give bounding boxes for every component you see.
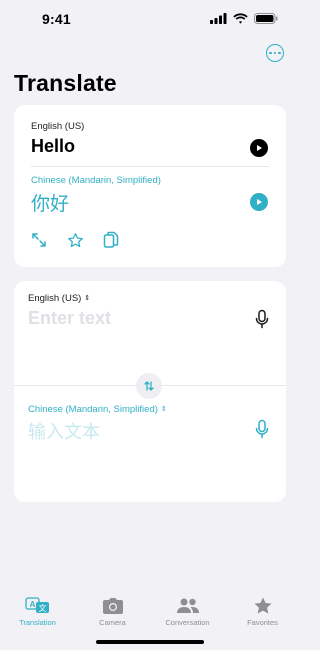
- ellipsis-icon-dot: [273, 51, 277, 55]
- ellipsis-icon-dot: [278, 51, 281, 55]
- target-text-input[interactable]: 输入文本: [28, 418, 100, 444]
- expand-button[interactable]: [29, 230, 49, 250]
- target-language-label: Chinese (Mandarin, Simplified): [31, 175, 161, 186]
- target-language-selector[interactable]: Chinese (Mandarin, Simplified) ⇕: [28, 404, 167, 415]
- tab-translation[interactable]: A 文 Translation: [0, 596, 75, 627]
- tab-label: Camera: [99, 618, 126, 627]
- play-source-button[interactable]: [250, 139, 268, 157]
- translated-text: 你好: [31, 193, 70, 215]
- chevron-up-down-icon: ⇕: [84, 295, 91, 302]
- source-text-input[interactable]: Enter text: [28, 308, 111, 329]
- source-text: Hello: [31, 136, 76, 156]
- camera-icon: [102, 598, 123, 614]
- cellular-signal-icon: [210, 13, 227, 24]
- favorite-button[interactable]: [65, 230, 85, 250]
- divider: [31, 166, 269, 167]
- copy-icon: [103, 231, 119, 248]
- source-language-selector[interactable]: English (US) ⇕: [28, 293, 90, 304]
- play-translation-button[interactable]: [250, 193, 268, 211]
- more-options-button[interactable]: [266, 44, 284, 62]
- wifi-icon: [233, 13, 248, 24]
- tab-label: Translation: [19, 618, 56, 627]
- tab-conversation[interactable]: Conversation: [150, 596, 225, 627]
- home-indicator: [96, 640, 204, 644]
- star-icon: [67, 232, 83, 247]
- swap-arrows-icon: [144, 381, 154, 391]
- expand-icon: [32, 233, 46, 247]
- tab-label: Conversation: [165, 618, 210, 627]
- translation-input-card: English (US) ⇕ Enter text Chinese (Manda…: [14, 281, 286, 502]
- svg-text:A: A: [29, 600, 35, 609]
- status-time: 9:41: [42, 11, 71, 27]
- translate-icon: A 文: [24, 597, 49, 613]
- translation-result-card: English (US) Hello Chinese (Mandarin, Si…: [14, 105, 286, 267]
- tab-camera[interactable]: Camera: [75, 596, 150, 627]
- target-language-label: Chinese (Mandarin, Simplified): [28, 404, 158, 415]
- source-language-label: English (US): [28, 293, 82, 304]
- status-icons: [210, 13, 278, 24]
- microphone-icon[interactable]: [254, 309, 270, 329]
- tab-label: Favorites: [247, 618, 278, 627]
- battery-icon: [254, 13, 278, 24]
- chevron-up-down-icon: ⇕: [160, 406, 167, 413]
- star-icon: [254, 597, 271, 614]
- play-icon: [257, 145, 262, 151]
- tab-favorites[interactable]: Favorites: [225, 596, 300, 627]
- people-icon: [176, 598, 199, 613]
- swap-languages-button[interactable]: [136, 373, 162, 399]
- page-title: Translate: [14, 70, 117, 96]
- microphone-icon[interactable]: [254, 419, 270, 439]
- svg-text:文: 文: [38, 603, 46, 613]
- source-language-label: English (US): [31, 121, 85, 132]
- status-bar: 9:41: [0, 0, 300, 40]
- play-icon: [257, 199, 262, 205]
- ellipsis-icon-dot: [269, 51, 272, 55]
- copy-button[interactable]: [101, 230, 121, 250]
